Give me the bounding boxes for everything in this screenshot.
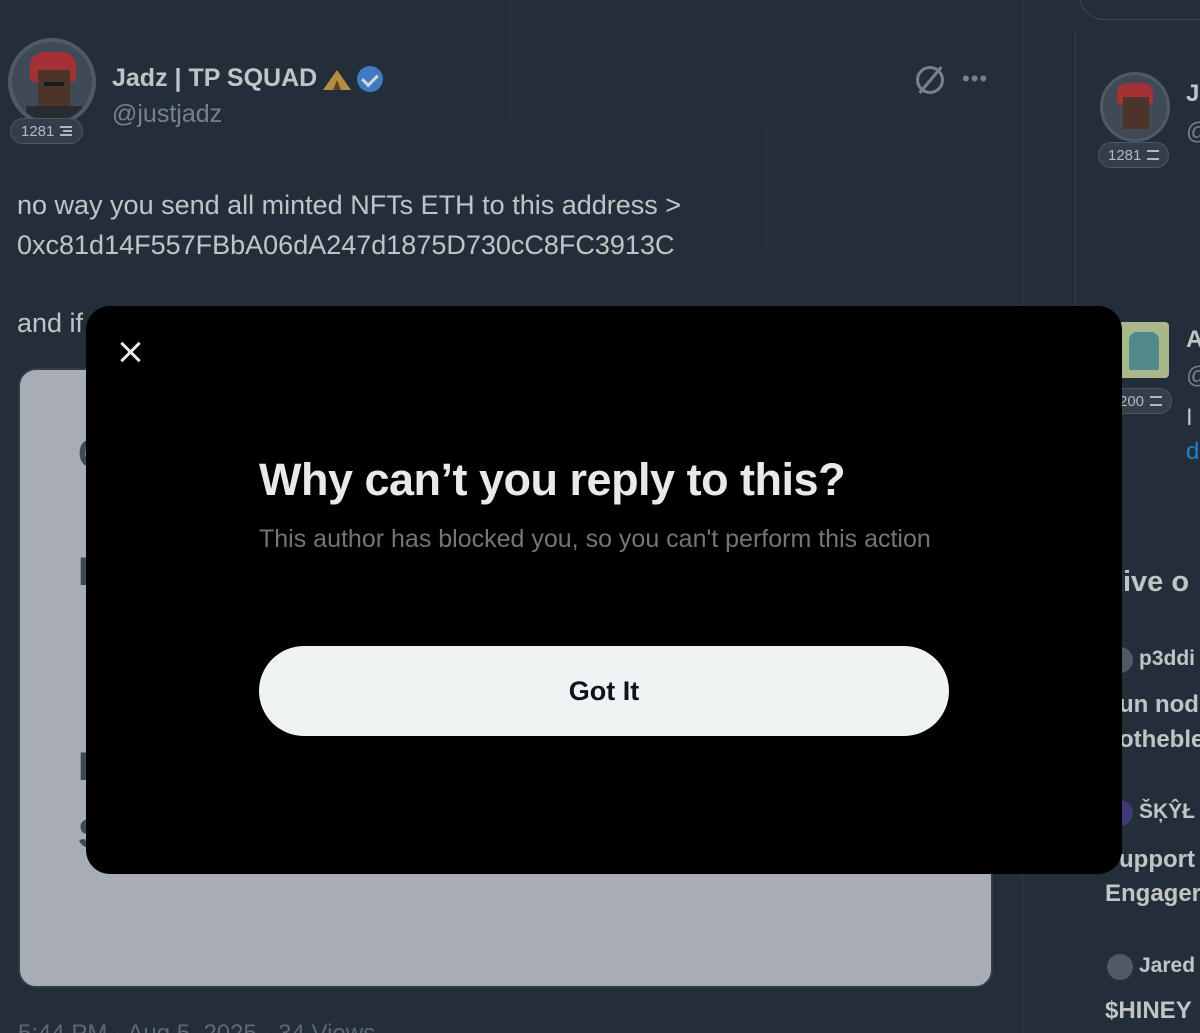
dialog-description: This author has blocked you, so you can'… (259, 525, 931, 553)
got-it-button[interactable]: Got It (259, 646, 949, 736)
dialog-title: Why can’t you reply to this? (259, 454, 846, 505)
close-icon[interactable] (110, 332, 150, 372)
reply-restricted-dialog: Why can’t you reply to this? This author… (86, 306, 1122, 874)
